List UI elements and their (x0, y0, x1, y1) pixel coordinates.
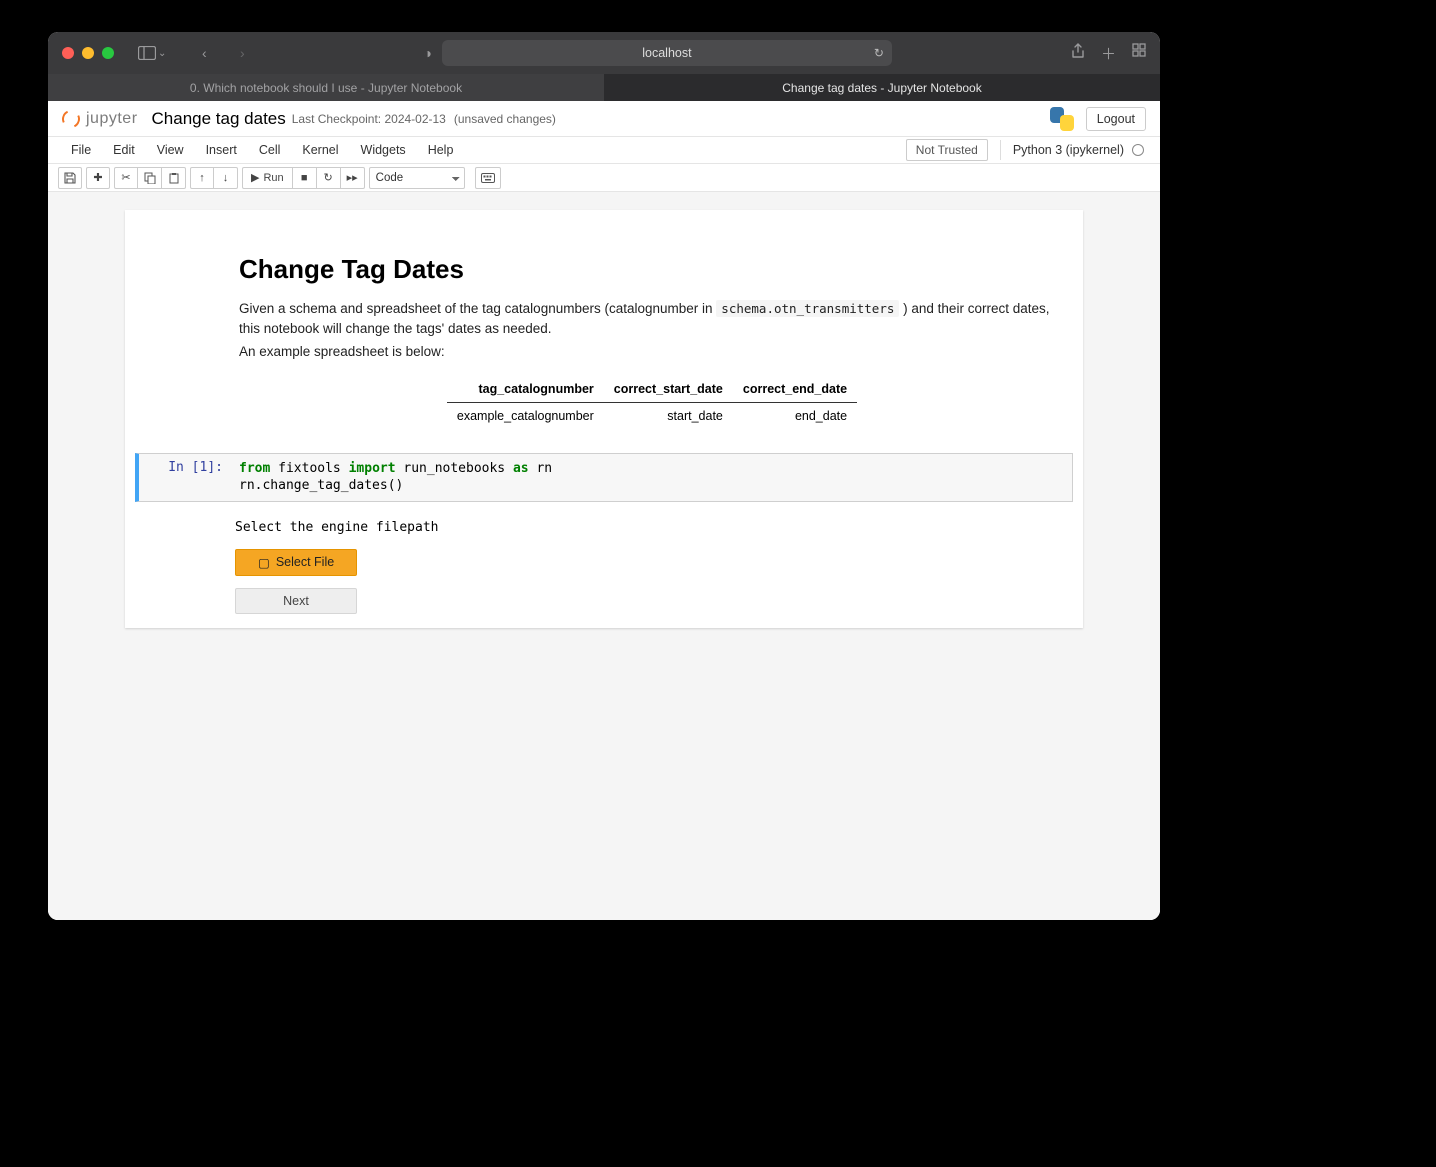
run-label: Run (263, 172, 283, 184)
address-bar[interactable]: localhost ↻ (442, 40, 892, 66)
reload-icon[interactable]: ↻ (874, 46, 884, 60)
menu-help[interactable]: Help (417, 143, 465, 157)
window-controls (62, 47, 114, 59)
tab-overview-icon[interactable] (1132, 43, 1146, 64)
select-file-label: Select File (276, 555, 334, 569)
md-paragraph-1: Given a schema and spreadsheet of the ta… (239, 299, 1065, 338)
jupyter-logo-icon (59, 107, 82, 130)
jupyter-logo[interactable]: jupyter (62, 110, 138, 128)
notebook-name[interactable]: Change tag dates (152, 109, 286, 129)
logout-button[interactable]: Logout (1086, 107, 1146, 131)
back-button[interactable]: ‹ (192, 45, 216, 61)
new-tab-icon[interactable]: ＋ (1101, 43, 1116, 64)
menu-edit[interactable]: Edit (102, 143, 146, 157)
menu-insert[interactable]: Insert (195, 143, 248, 157)
maximize-window-button[interactable] (102, 47, 114, 59)
move-down-button[interactable]: ↓ (214, 167, 238, 189)
restart-button[interactable]: ↻ (317, 167, 341, 189)
kernel-status-icon (1132, 144, 1144, 156)
code-source[interactable]: from fixtools import run_notebooks as rn… (231, 454, 1072, 501)
menu-cell[interactable]: Cell (248, 143, 292, 157)
cell-prompt: In [1]: (139, 454, 231, 501)
restart-run-all-button[interactable]: ▸▸ (341, 167, 365, 189)
share-icon[interactable] (1071, 43, 1085, 64)
save-button[interactable] (58, 167, 82, 189)
unsaved-text: (unsaved changes) (454, 112, 556, 126)
jupyter-logo-text: jupyter (86, 110, 138, 128)
menu-file[interactable]: File (60, 143, 102, 157)
menu-view[interactable]: View (146, 143, 195, 157)
run-button[interactable]: ▶ Run (242, 167, 293, 189)
output-prompt-text: Select the engine filepath (235, 520, 1073, 535)
titlebar-right: ＋ (1071, 43, 1146, 64)
kernel-indicator[interactable]: Python 3 (ipykernel) (1000, 140, 1148, 160)
address-text: localhost (642, 46, 691, 60)
checkpoint-text: Last Checkpoint: 2024-02-13 (292, 112, 446, 126)
file-icon: ▢ (258, 555, 270, 570)
cell-output: Select the engine filepath ▢ Select File… (235, 520, 1073, 614)
example-table: tag_catalognumber correct_start_date cor… (447, 376, 857, 429)
close-window-button[interactable] (62, 47, 74, 59)
prompt-empty (133, 224, 229, 445)
nav-arrows: ‹ › (192, 45, 254, 61)
tabbar: 0. Which notebook should I use - Jupyter… (48, 74, 1160, 101)
titlebar: ⌄ ‹ › ◑ localhost ↻ ＋ (48, 32, 1160, 74)
address-area: ◑ localhost ↻ (262, 40, 1053, 66)
copy-button[interactable] (138, 167, 162, 189)
browser-tab-1[interactable]: Change tag dates - Jupyter Notebook (604, 74, 1160, 101)
browser-window: ⌄ ‹ › ◑ localhost ↻ ＋ 0. Which notebook … (48, 32, 1160, 920)
menu-widgets[interactable]: Widgets (350, 143, 417, 157)
move-up-button[interactable]: ↑ (190, 167, 214, 189)
jupyter-header: jupyter Change tag dates Last Checkpoint… (48, 101, 1160, 137)
python-logo-icon (1048, 105, 1076, 133)
code-cell[interactable]: In [1]: from fixtools import run_noteboo… (135, 453, 1073, 502)
command-palette-button[interactable] (475, 167, 501, 189)
browser-tab-0[interactable]: 0. Which notebook should I use - Jupyter… (48, 74, 604, 101)
cut-button[interactable]: ✂ (114, 167, 138, 189)
inline-code: schema.otn_transmitters (716, 300, 899, 317)
th-1: correct_start_date (604, 376, 733, 403)
paste-button[interactable] (162, 167, 186, 189)
notebook-container: Change Tag Dates Given a schema and spre… (125, 210, 1083, 628)
md-title: Change Tag Dates (239, 254, 1065, 285)
tab-title: Change tag dates - Jupyter Notebook (782, 81, 981, 95)
page-content: jupyter Change tag dates Last Checkpoint… (48, 101, 1160, 920)
menubar: File Edit View Insert Cell Kernel Widget… (48, 137, 1160, 164)
forward-button[interactable]: › (230, 45, 254, 61)
markdown-cell[interactable]: Change Tag Dates Given a schema and spre… (125, 220, 1083, 449)
privacy-shield-icon[interactable]: ◑ (423, 45, 431, 61)
trust-indicator[interactable]: Not Trusted (906, 139, 988, 161)
minimize-window-button[interactable] (82, 47, 94, 59)
markdown-rendered: Change Tag Dates Given a schema and spre… (229, 224, 1075, 445)
sidebar-toggle-button[interactable]: ⌄ (138, 46, 166, 60)
interrupt-button[interactable]: ■ (293, 167, 317, 189)
tab-title: 0. Which notebook should I use - Jupyter… (190, 81, 462, 95)
notebook-area: Change Tag Dates Given a schema and spre… (48, 192, 1160, 920)
th-2: correct_end_date (733, 376, 857, 403)
md-paragraph-2: An example spreadsheet is below: (239, 342, 1065, 362)
cell-type-select[interactable]: Code (369, 167, 465, 189)
kernel-name: Python 3 (ipykernel) (1013, 143, 1124, 157)
next-button[interactable]: Next (235, 588, 357, 614)
select-file-button[interactable]: ▢ Select File (235, 549, 357, 576)
menu-kernel[interactable]: Kernel (291, 143, 349, 157)
table-row: example_catalognumber start_date end_dat… (447, 402, 857, 429)
add-cell-button[interactable]: ✚ (86, 167, 110, 189)
th-0: tag_catalognumber (447, 376, 604, 403)
toolbar: ✚ ✂ ↑ ↓ ▶ Run ■ ↻ ▸▸ Code (48, 164, 1160, 192)
